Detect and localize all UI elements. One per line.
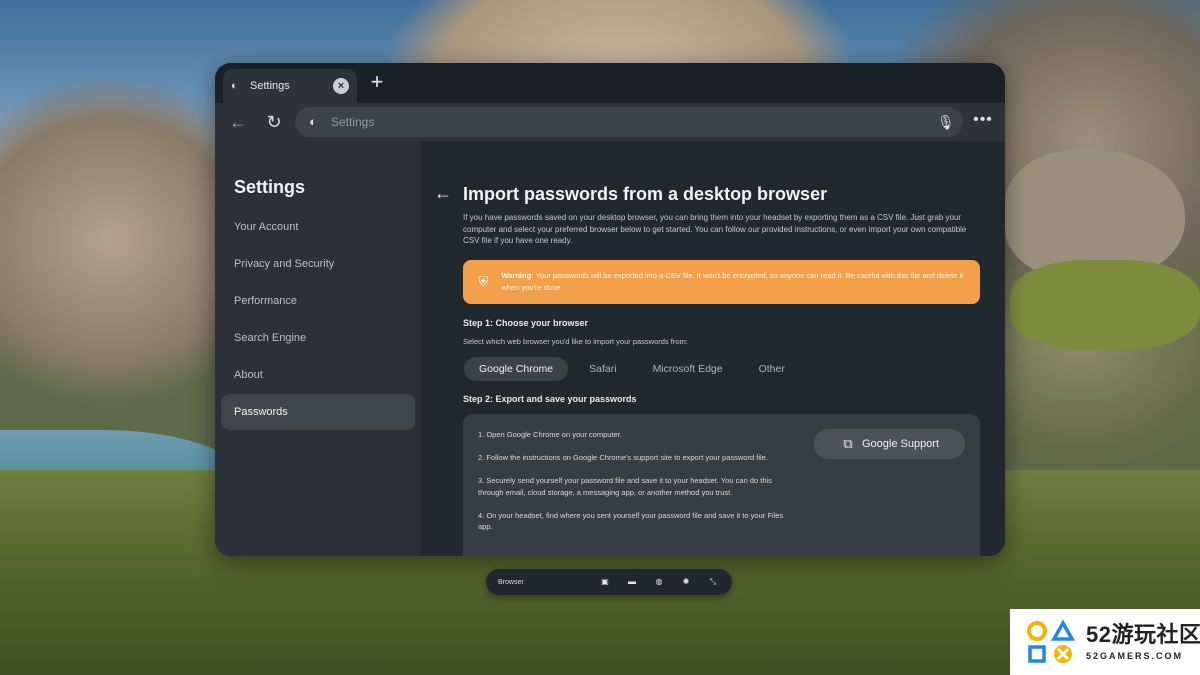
- warning-text: Your passwords will be exported into a C…: [501, 271, 964, 292]
- browser-option-other[interactable]: Other: [744, 357, 800, 381]
- instructions-card: 1. Open Google Chrome on your computer. …: [463, 414, 980, 556]
- step1-title: Step 1: Choose your browser: [463, 318, 589, 328]
- page-title: Import passwords from a desktop browser: [463, 184, 828, 204]
- navigation-toolbar: ← ↻ ◐ Settings 🎙 •••: [215, 103, 1005, 141]
- tab-strip: ◐ Settings × +: [215, 63, 1005, 103]
- mossy-rock: [1010, 260, 1200, 350]
- instruction-step: 2. Follow the instructions on Google Chr…: [478, 453, 768, 462]
- browser-option-safari[interactable]: Safari: [574, 357, 631, 381]
- warning-label: Warning:: [501, 271, 534, 280]
- app-dock: Browser ▣ ▬ ◍ ✺ ⤡: [486, 569, 732, 595]
- sidebar-item-privacy-and-security[interactable]: Privacy and Security: [221, 246, 415, 282]
- sidebar-item-performance[interactable]: Performance: [221, 283, 415, 319]
- meta-browser-icon: ◐: [309, 114, 317, 129]
- sidebar-item-about[interactable]: About: [221, 357, 415, 393]
- shield-warning-icon: ⛨: [478, 274, 489, 289]
- monitor-icon[interactable]: ▣: [598, 575, 612, 589]
- watermark-subtitle: 52GAMERS.COM: [1086, 651, 1184, 661]
- brightness-icon[interactable]: ✺: [679, 575, 693, 589]
- meta-browser-icon: ◐: [231, 80, 238, 92]
- browser-option-google-chrome[interactable]: Google Chrome: [464, 357, 569, 381]
- resize-icon[interactable]: ⤡: [706, 575, 720, 589]
- step2-title: Step 2: Export and save your passwords: [463, 394, 637, 404]
- new-tab-button[interactable]: +: [365, 71, 389, 95]
- address-bar[interactable]: ◐ Settings 🎙: [295, 107, 963, 137]
- instruction-step: 3. Securely send yourself your password …: [478, 476, 772, 497]
- instruction-step: 4. On your headset, find where you sent …: [478, 510, 784, 532]
- sidebar-item-search-engine[interactable]: Search Engine: [221, 320, 415, 356]
- gamers-logo-icon: [1027, 619, 1075, 663]
- dock-app-label: Browser: [498, 578, 524, 586]
- browser-selector: Google Chrome Safari Microsoft Edge Othe…: [464, 357, 806, 381]
- car-icon[interactable]: ▬: [625, 575, 639, 589]
- settings-sidebar: Settings Your Account Privacy and Securi…: [215, 141, 421, 556]
- warning-message: Warning: Your passwords will be exported…: [501, 270, 968, 294]
- sidebar-title: Settings: [234, 177, 306, 197]
- watermark-title: 52游玩社区: [1086, 622, 1200, 647]
- google-support-label: Google Support: [861, 438, 940, 450]
- google-support-button[interactable]: ⧉ Google Support: [814, 429, 965, 459]
- address-bar-text: Settings: [331, 115, 375, 129]
- warning-banner: ⛨ Warning: Your passwords will be export…: [463, 260, 980, 304]
- back-arrow-icon[interactable]: ←: [433, 183, 453, 203]
- watermark-logo: 52游玩社区 52GAMERS.COM: [1010, 609, 1200, 675]
- sidebar-item-passwords[interactable]: Passwords: [221, 394, 415, 430]
- more-menu-icon[interactable]: •••: [971, 111, 995, 133]
- step1-description: Select which web browser you'd like to i…: [463, 337, 688, 346]
- sidebar-item-your-account[interactable]: Your Account: [221, 209, 415, 245]
- back-icon[interactable]: ←: [227, 111, 249, 133]
- tab-settings[interactable]: ◐ Settings ×: [223, 69, 357, 103]
- instruction-step: 1. Open Google Chrome on your computer.: [478, 430, 622, 439]
- browser-window: ◐ Settings × + ← ↻ ◐ Settings 🎙 ••• Sett…: [215, 63, 1005, 556]
- gamepad-icon[interactable]: ◍: [652, 575, 666, 589]
- intro-text: If you have passwords saved on your desk…: [463, 213, 967, 245]
- microphone-icon[interactable]: 🎙: [937, 114, 955, 130]
- settings-content: ← Import passwords from a desktop browse…: [421, 141, 1005, 556]
- close-icon[interactable]: ×: [333, 78, 349, 94]
- instructions-list: 1. Open Google Chrome on your computer. …: [478, 429, 798, 544]
- browser-option-microsoft-edge[interactable]: Microsoft Edge: [638, 357, 738, 381]
- external-link-icon: ⧉: [843, 436, 853, 451]
- reload-icon[interactable]: ↻: [263, 111, 285, 133]
- tab-title: Settings: [250, 80, 290, 92]
